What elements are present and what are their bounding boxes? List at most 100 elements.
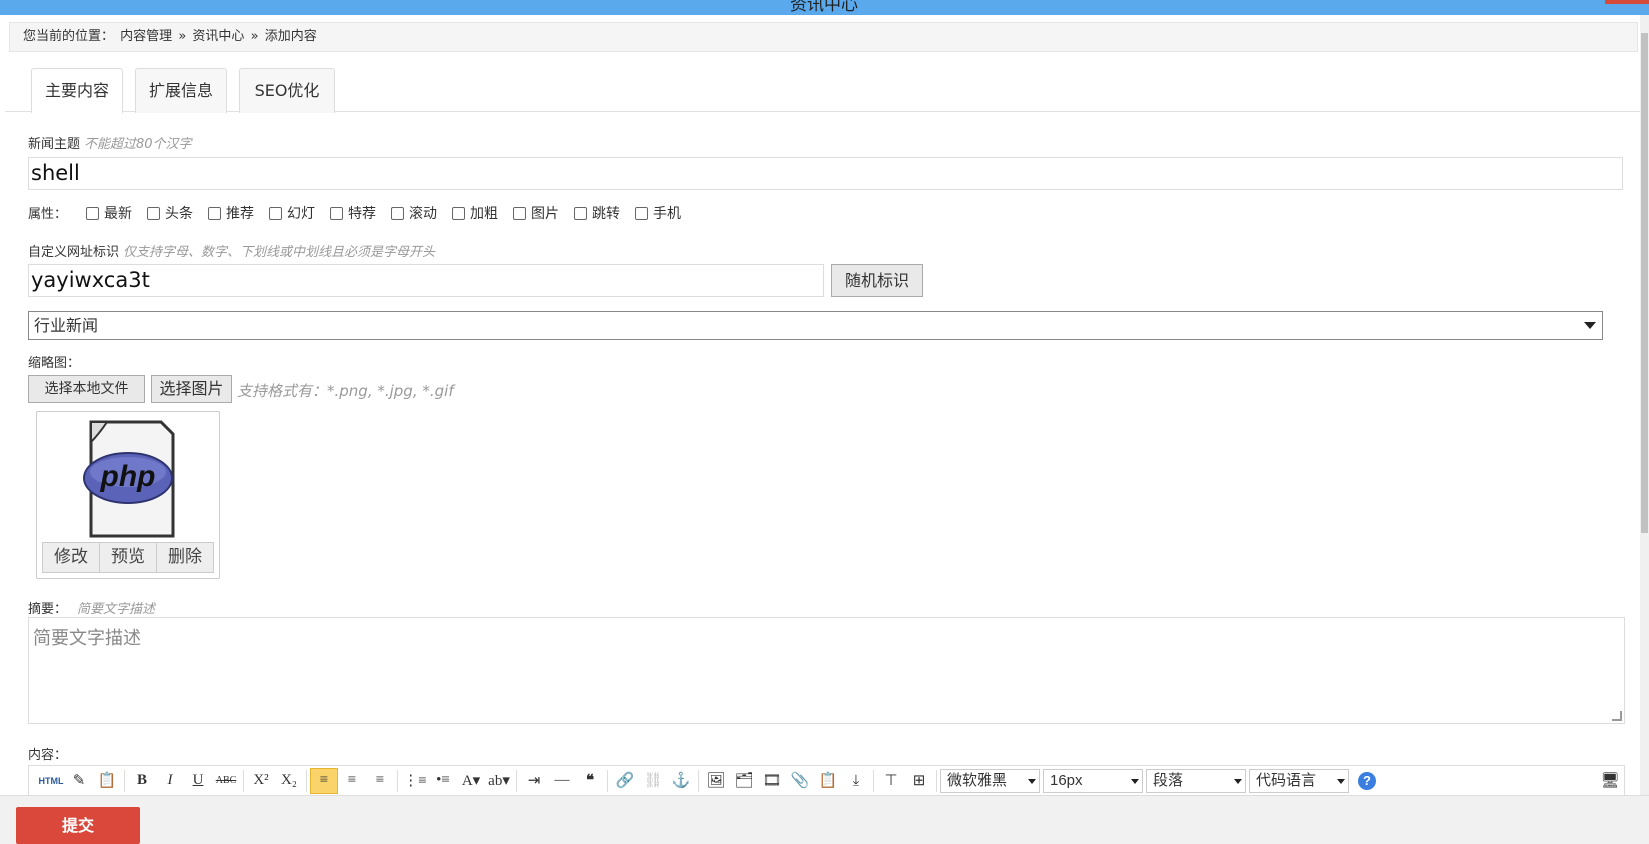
align-left-icon[interactable]: ≡ (310, 767, 338, 794)
random-id-button[interactable]: 随机标识 (831, 264, 923, 297)
checkbox-box[interactable] (269, 206, 282, 220)
font-color-icon[interactable]: A▾ (457, 768, 485, 794)
italic-icon[interactable]: I (156, 768, 184, 794)
url-input[interactable]: yayiwxca3t (28, 264, 824, 297)
font-family-dropdown[interactable]: 微软雅黑 (940, 768, 1040, 793)
horizontal-rule-icon[interactable]: — (548, 768, 576, 794)
subscript-icon[interactable]: X₂ (275, 768, 303, 794)
checkbox-special[interactable]: 特荐 (330, 203, 376, 223)
tab-main-content[interactable]: 主要内容 (31, 68, 123, 113)
checkbox-bold[interactable]: 加粗 (452, 203, 498, 223)
chevron-down-icon (1131, 778, 1139, 784)
blockquote-icon[interactable]: ❝ (576, 768, 604, 794)
strikethrough-icon[interactable]: ABC (212, 768, 240, 794)
checkbox-scroll[interactable]: 滚动 (391, 203, 437, 223)
anchor-icon[interactable]: ⚓ (667, 768, 695, 794)
checkbox-redirect[interactable]: 跳转 (574, 203, 620, 223)
checkbox-box[interactable] (391, 206, 404, 220)
bold-icon[interactable]: B (128, 768, 156, 794)
breadcrumb-item[interactable]: 内容管理 (120, 29, 172, 44)
paragraph-dropdown[interactable]: 段落 (1146, 768, 1246, 793)
toolbar-separator (516, 769, 517, 792)
insert-table-icon[interactable]: ⊞ (905, 768, 933, 794)
summary-hint: 简要文字描述 (77, 602, 156, 617)
checkbox-label: 最新 (104, 206, 132, 222)
toolbar-separator (936, 769, 937, 792)
tab-extended-info[interactable]: 扩展信息 (135, 68, 227, 113)
edit-thumbnail-button[interactable]: 修改 (43, 543, 100, 572)
thumbnail-actions: 修改 预览 删除 (42, 542, 214, 573)
checkbox-picture[interactable]: 图片 (513, 203, 559, 223)
checkbox-recommend[interactable]: 推荐 (208, 203, 254, 223)
checkbox-box[interactable] (86, 206, 99, 220)
resize-handle-icon[interactable] (1612, 711, 1622, 721)
editor-toolbar: HTML ✎ 📋 B I U ABC X² X₂ ≡ ≡ ≡ ⋮≡ •≡ A▾ … (28, 765, 1625, 796)
svg-text:php: php (100, 460, 156, 493)
choose-local-file-button[interactable]: 选择本地文件 (28, 375, 145, 403)
thumbnail-format-hint: 支持格式有：*.png, *.jpg, *.gif (237, 380, 454, 401)
title-input[interactable]: shell (28, 157, 1623, 190)
delete-thumbnail-button[interactable]: 删除 (157, 543, 213, 572)
url-label-text: 自定义网址标识 (28, 245, 120, 260)
checkbox-box[interactable] (452, 206, 465, 220)
summary-label-text: 摘要： (28, 602, 68, 617)
align-center-icon[interactable]: ≡ (338, 768, 366, 794)
checkbox-box[interactable] (330, 206, 343, 220)
checkbox-mobile[interactable]: 手机 (635, 203, 681, 223)
highlight-icon[interactable]: ab▾ (485, 768, 513, 794)
vertical-scrollbar[interactable] (1640, 15, 1649, 795)
content-label: 内容： (28, 748, 68, 763)
clipboard-icon[interactable]: 📋 (814, 768, 842, 794)
scrollbar-thumb[interactable] (1641, 33, 1648, 533)
unlink-icon[interactable]: ⛓ (639, 768, 667, 794)
page-break-icon[interactable]: ⤓ (842, 768, 870, 794)
font-size-dropdown[interactable]: 16px (1043, 768, 1143, 793)
checkbox-box[interactable] (635, 206, 648, 220)
checkbox-label: 推荐 (226, 206, 254, 222)
tab-seo[interactable]: SEO优化 (239, 68, 335, 113)
indent-icon[interactable]: ⇥ (520, 768, 548, 794)
preview-thumbnail-button[interactable]: 预览 (100, 543, 157, 572)
superscript-icon[interactable]: X² (247, 768, 275, 794)
checkbox-box[interactable] (513, 206, 526, 220)
eraser-icon[interactable]: ✎ (65, 768, 93, 794)
underline-icon[interactable]: U (184, 768, 212, 794)
checkbox-label: 滚动 (409, 206, 437, 222)
video-icon[interactable]: 🎞 (758, 768, 786, 794)
align-right-icon[interactable]: ≡ (366, 768, 394, 794)
checkbox-box[interactable] (208, 206, 221, 220)
category-select[interactable]: 行业新闻 (28, 311, 1603, 340)
attachment-icon[interactable]: 📎 (786, 768, 814, 794)
title-label-text: 新闻主题 (28, 137, 81, 152)
checkbox-headline[interactable]: 头条 (147, 203, 193, 223)
tab-bar: 主要内容 扩展信息 SEO优化 (5, 68, 1640, 113)
checkbox-label: 特荐 (348, 206, 376, 222)
breadcrumb-separator: » (178, 29, 187, 44)
fullscreen-icon[interactable]: 🖥 (1596, 768, 1624, 794)
multi-image-icon[interactable]: 🗂 (730, 768, 758, 794)
help-icon[interactable]: ? (1358, 771, 1376, 790)
toolbar-separator (306, 769, 307, 792)
summary-textarea[interactable]: 简要文字描述 (28, 617, 1625, 724)
window-close-button[interactable] (1605, 0, 1649, 4)
breadcrumb-separator: » (250, 29, 259, 44)
checkbox-box[interactable] (147, 206, 160, 220)
insert-table-row-icon[interactable]: ⊤ (877, 768, 905, 794)
checkbox-box[interactable] (574, 206, 587, 220)
image-icon[interactable]: 🖼 (702, 768, 730, 794)
link-icon[interactable]: 🔗 (611, 768, 639, 794)
checkbox-slide[interactable]: 幻灯 (269, 203, 315, 223)
attributes-label: 属性： (28, 207, 68, 222)
font-family-value: 微软雅黑 (947, 771, 1008, 789)
breadcrumb-item[interactable]: 资讯中心 (192, 29, 244, 44)
checkbox-latest[interactable]: 最新 (86, 203, 132, 223)
chevron-down-icon (1234, 778, 1242, 784)
summary-placeholder: 简要文字描述 (33, 628, 141, 649)
unordered-list-icon[interactable]: •≡ (429, 768, 457, 794)
choose-image-button[interactable]: 选择图片 (151, 375, 232, 403)
paste-icon[interactable]: 📋 (93, 768, 121, 794)
ordered-list-icon[interactable]: ⋮≡ (401, 768, 429, 794)
html-source-icon[interactable]: HTML (37, 768, 65, 794)
submit-button[interactable]: 提交 (16, 807, 140, 844)
code-language-dropdown[interactable]: 代码语言 (1249, 768, 1349, 793)
